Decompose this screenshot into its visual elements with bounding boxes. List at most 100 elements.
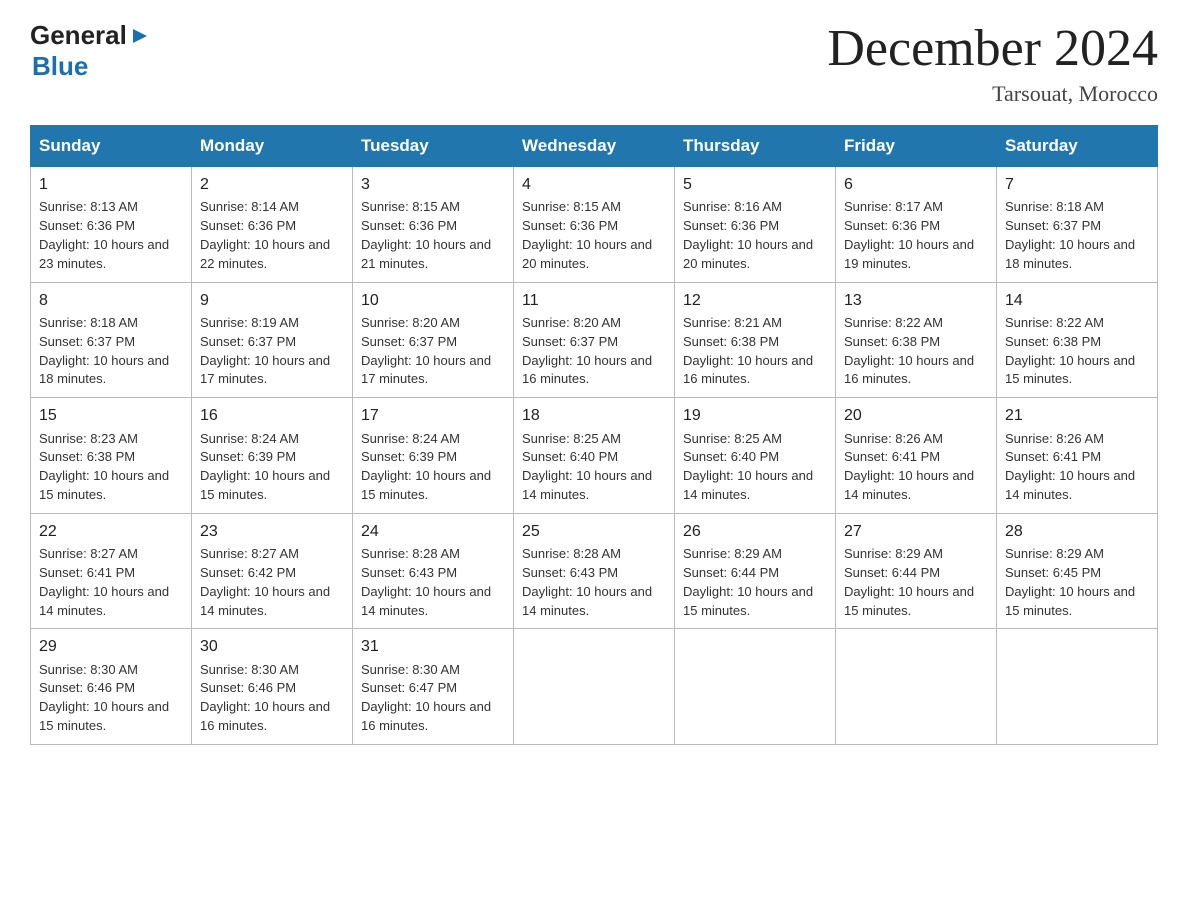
calendar-cell: 4 Sunrise: 8:15 AMSunset: 6:36 PMDayligh… — [514, 167, 675, 283]
calendar-cell: 27 Sunrise: 8:29 AMSunset: 6:44 PMDaylig… — [836, 513, 997, 629]
calendar-cell: 19 Sunrise: 8:25 AMSunset: 6:40 PMDaylig… — [675, 398, 836, 514]
calendar-cell: 22 Sunrise: 8:27 AMSunset: 6:41 PMDaylig… — [31, 513, 192, 629]
day-number: 21 — [1005, 404, 1149, 427]
day-info: Sunrise: 8:17 AMSunset: 6:36 PMDaylight:… — [844, 199, 974, 271]
day-info: Sunrise: 8:24 AMSunset: 6:39 PMDaylight:… — [361, 431, 491, 503]
day-info: Sunrise: 8:13 AMSunset: 6:36 PMDaylight:… — [39, 199, 169, 271]
logo-blue-text: Blue — [32, 51, 88, 82]
calendar-cell: 12 Sunrise: 8:21 AMSunset: 6:38 PMDaylig… — [675, 282, 836, 398]
weekday-header-friday: Friday — [836, 126, 997, 167]
calendar-cell: 10 Sunrise: 8:20 AMSunset: 6:37 PMDaylig… — [353, 282, 514, 398]
day-info: Sunrise: 8:26 AMSunset: 6:41 PMDaylight:… — [844, 431, 974, 503]
day-info: Sunrise: 8:28 AMSunset: 6:43 PMDaylight:… — [361, 546, 491, 618]
day-number: 20 — [844, 404, 988, 427]
weekday-header-tuesday: Tuesday — [353, 126, 514, 167]
day-info: Sunrise: 8:30 AMSunset: 6:46 PMDaylight:… — [39, 662, 169, 734]
day-info: Sunrise: 8:22 AMSunset: 6:38 PMDaylight:… — [844, 315, 974, 387]
day-number: 22 — [39, 520, 183, 543]
calendar-cell — [514, 629, 675, 745]
day-number: 13 — [844, 289, 988, 312]
day-info: Sunrise: 8:30 AMSunset: 6:46 PMDaylight:… — [200, 662, 330, 734]
day-number: 31 — [361, 635, 505, 658]
logo-general-text: General — [30, 20, 127, 51]
calendar-cell: 13 Sunrise: 8:22 AMSunset: 6:38 PMDaylig… — [836, 282, 997, 398]
day-number: 14 — [1005, 289, 1149, 312]
logo: General Blue — [30, 20, 151, 82]
calendar-cell: 14 Sunrise: 8:22 AMSunset: 6:38 PMDaylig… — [997, 282, 1158, 398]
calendar-week-row: 1 Sunrise: 8:13 AMSunset: 6:36 PMDayligh… — [31, 167, 1158, 283]
calendar-week-row: 15 Sunrise: 8:23 AMSunset: 6:38 PMDaylig… — [31, 398, 1158, 514]
calendar-cell: 8 Sunrise: 8:18 AMSunset: 6:37 PMDayligh… — [31, 282, 192, 398]
day-info: Sunrise: 8:22 AMSunset: 6:38 PMDaylight:… — [1005, 315, 1135, 387]
calendar-cell: 28 Sunrise: 8:29 AMSunset: 6:45 PMDaylig… — [997, 513, 1158, 629]
logo-arrow-icon — [129, 25, 151, 47]
day-number: 4 — [522, 173, 666, 196]
day-info: Sunrise: 8:27 AMSunset: 6:41 PMDaylight:… — [39, 546, 169, 618]
day-number: 6 — [844, 173, 988, 196]
calendar-week-row: 22 Sunrise: 8:27 AMSunset: 6:41 PMDaylig… — [31, 513, 1158, 629]
calendar-cell: 7 Sunrise: 8:18 AMSunset: 6:37 PMDayligh… — [997, 167, 1158, 283]
weekday-header-wednesday: Wednesday — [514, 126, 675, 167]
calendar-cell: 29 Sunrise: 8:30 AMSunset: 6:46 PMDaylig… — [31, 629, 192, 745]
weekday-header-sunday: Sunday — [31, 126, 192, 167]
title-block: December 2024 Tarsouat, Morocco — [827, 20, 1158, 107]
weekday-header-thursday: Thursday — [675, 126, 836, 167]
day-number: 7 — [1005, 173, 1149, 196]
day-info: Sunrise: 8:28 AMSunset: 6:43 PMDaylight:… — [522, 546, 652, 618]
day-info: Sunrise: 8:21 AMSunset: 6:38 PMDaylight:… — [683, 315, 813, 387]
day-number: 3 — [361, 173, 505, 196]
calendar-cell: 17 Sunrise: 8:24 AMSunset: 6:39 PMDaylig… — [353, 398, 514, 514]
day-info: Sunrise: 8:25 AMSunset: 6:40 PMDaylight:… — [683, 431, 813, 503]
day-info: Sunrise: 8:26 AMSunset: 6:41 PMDaylight:… — [1005, 431, 1135, 503]
calendar-header-row: SundayMondayTuesdayWednesdayThursdayFrid… — [31, 126, 1158, 167]
day-number: 9 — [200, 289, 344, 312]
day-number: 28 — [1005, 520, 1149, 543]
calendar-cell: 1 Sunrise: 8:13 AMSunset: 6:36 PMDayligh… — [31, 167, 192, 283]
day-number: 30 — [200, 635, 344, 658]
day-number: 17 — [361, 404, 505, 427]
day-info: Sunrise: 8:14 AMSunset: 6:36 PMDaylight:… — [200, 199, 330, 271]
day-info: Sunrise: 8:15 AMSunset: 6:36 PMDaylight:… — [522, 199, 652, 271]
day-info: Sunrise: 8:15 AMSunset: 6:36 PMDaylight:… — [361, 199, 491, 271]
day-number: 29 — [39, 635, 183, 658]
day-info: Sunrise: 8:18 AMSunset: 6:37 PMDaylight:… — [1005, 199, 1135, 271]
day-number: 2 — [200, 173, 344, 196]
calendar-week-row: 8 Sunrise: 8:18 AMSunset: 6:37 PMDayligh… — [31, 282, 1158, 398]
calendar-cell: 9 Sunrise: 8:19 AMSunset: 6:37 PMDayligh… — [192, 282, 353, 398]
calendar-cell: 6 Sunrise: 8:17 AMSunset: 6:36 PMDayligh… — [836, 167, 997, 283]
calendar-cell — [675, 629, 836, 745]
calendar-title: December 2024 — [827, 20, 1158, 77]
day-info: Sunrise: 8:29 AMSunset: 6:44 PMDaylight:… — [844, 546, 974, 618]
day-number: 19 — [683, 404, 827, 427]
calendar-cell — [997, 629, 1158, 745]
day-number: 10 — [361, 289, 505, 312]
day-number: 15 — [39, 404, 183, 427]
calendar-cell: 2 Sunrise: 8:14 AMSunset: 6:36 PMDayligh… — [192, 167, 353, 283]
day-number: 23 — [200, 520, 344, 543]
day-info: Sunrise: 8:27 AMSunset: 6:42 PMDaylight:… — [200, 546, 330, 618]
day-number: 16 — [200, 404, 344, 427]
day-info: Sunrise: 8:18 AMSunset: 6:37 PMDaylight:… — [39, 315, 169, 387]
day-info: Sunrise: 8:24 AMSunset: 6:39 PMDaylight:… — [200, 431, 330, 503]
day-info: Sunrise: 8:29 AMSunset: 6:44 PMDaylight:… — [683, 546, 813, 618]
day-number: 5 — [683, 173, 827, 196]
day-number: 12 — [683, 289, 827, 312]
calendar-cell: 15 Sunrise: 8:23 AMSunset: 6:38 PMDaylig… — [31, 398, 192, 514]
calendar-cell: 11 Sunrise: 8:20 AMSunset: 6:37 PMDaylig… — [514, 282, 675, 398]
weekday-header-saturday: Saturday — [997, 126, 1158, 167]
calendar-cell: 25 Sunrise: 8:28 AMSunset: 6:43 PMDaylig… — [514, 513, 675, 629]
day-number: 26 — [683, 520, 827, 543]
day-info: Sunrise: 8:23 AMSunset: 6:38 PMDaylight:… — [39, 431, 169, 503]
day-number: 1 — [39, 173, 183, 196]
calendar-cell: 23 Sunrise: 8:27 AMSunset: 6:42 PMDaylig… — [192, 513, 353, 629]
day-info: Sunrise: 8:25 AMSunset: 6:40 PMDaylight:… — [522, 431, 652, 503]
calendar-table: SundayMondayTuesdayWednesdayThursdayFrid… — [30, 125, 1158, 745]
day-info: Sunrise: 8:29 AMSunset: 6:45 PMDaylight:… — [1005, 546, 1135, 618]
day-info: Sunrise: 8:20 AMSunset: 6:37 PMDaylight:… — [522, 315, 652, 387]
day-info: Sunrise: 8:19 AMSunset: 6:37 PMDaylight:… — [200, 315, 330, 387]
day-number: 11 — [522, 289, 666, 312]
day-number: 24 — [361, 520, 505, 543]
calendar-cell: 21 Sunrise: 8:26 AMSunset: 6:41 PMDaylig… — [997, 398, 1158, 514]
calendar-cell: 31 Sunrise: 8:30 AMSunset: 6:47 PMDaylig… — [353, 629, 514, 745]
weekday-header-monday: Monday — [192, 126, 353, 167]
